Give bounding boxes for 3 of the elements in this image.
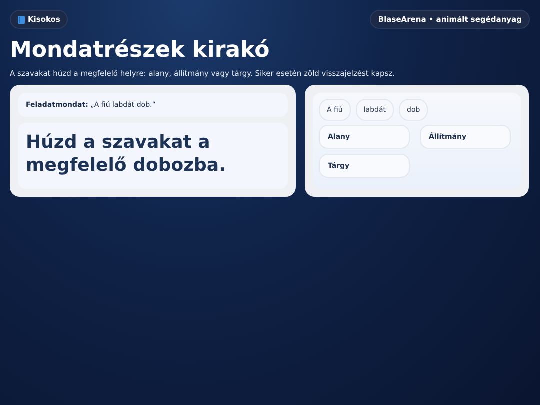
book-icon <box>18 16 25 24</box>
instruction-text: Húzd a szavakat a megfelelő dobozba. <box>26 131 227 178</box>
page-title: Mondatrészek kirakó <box>10 38 271 63</box>
